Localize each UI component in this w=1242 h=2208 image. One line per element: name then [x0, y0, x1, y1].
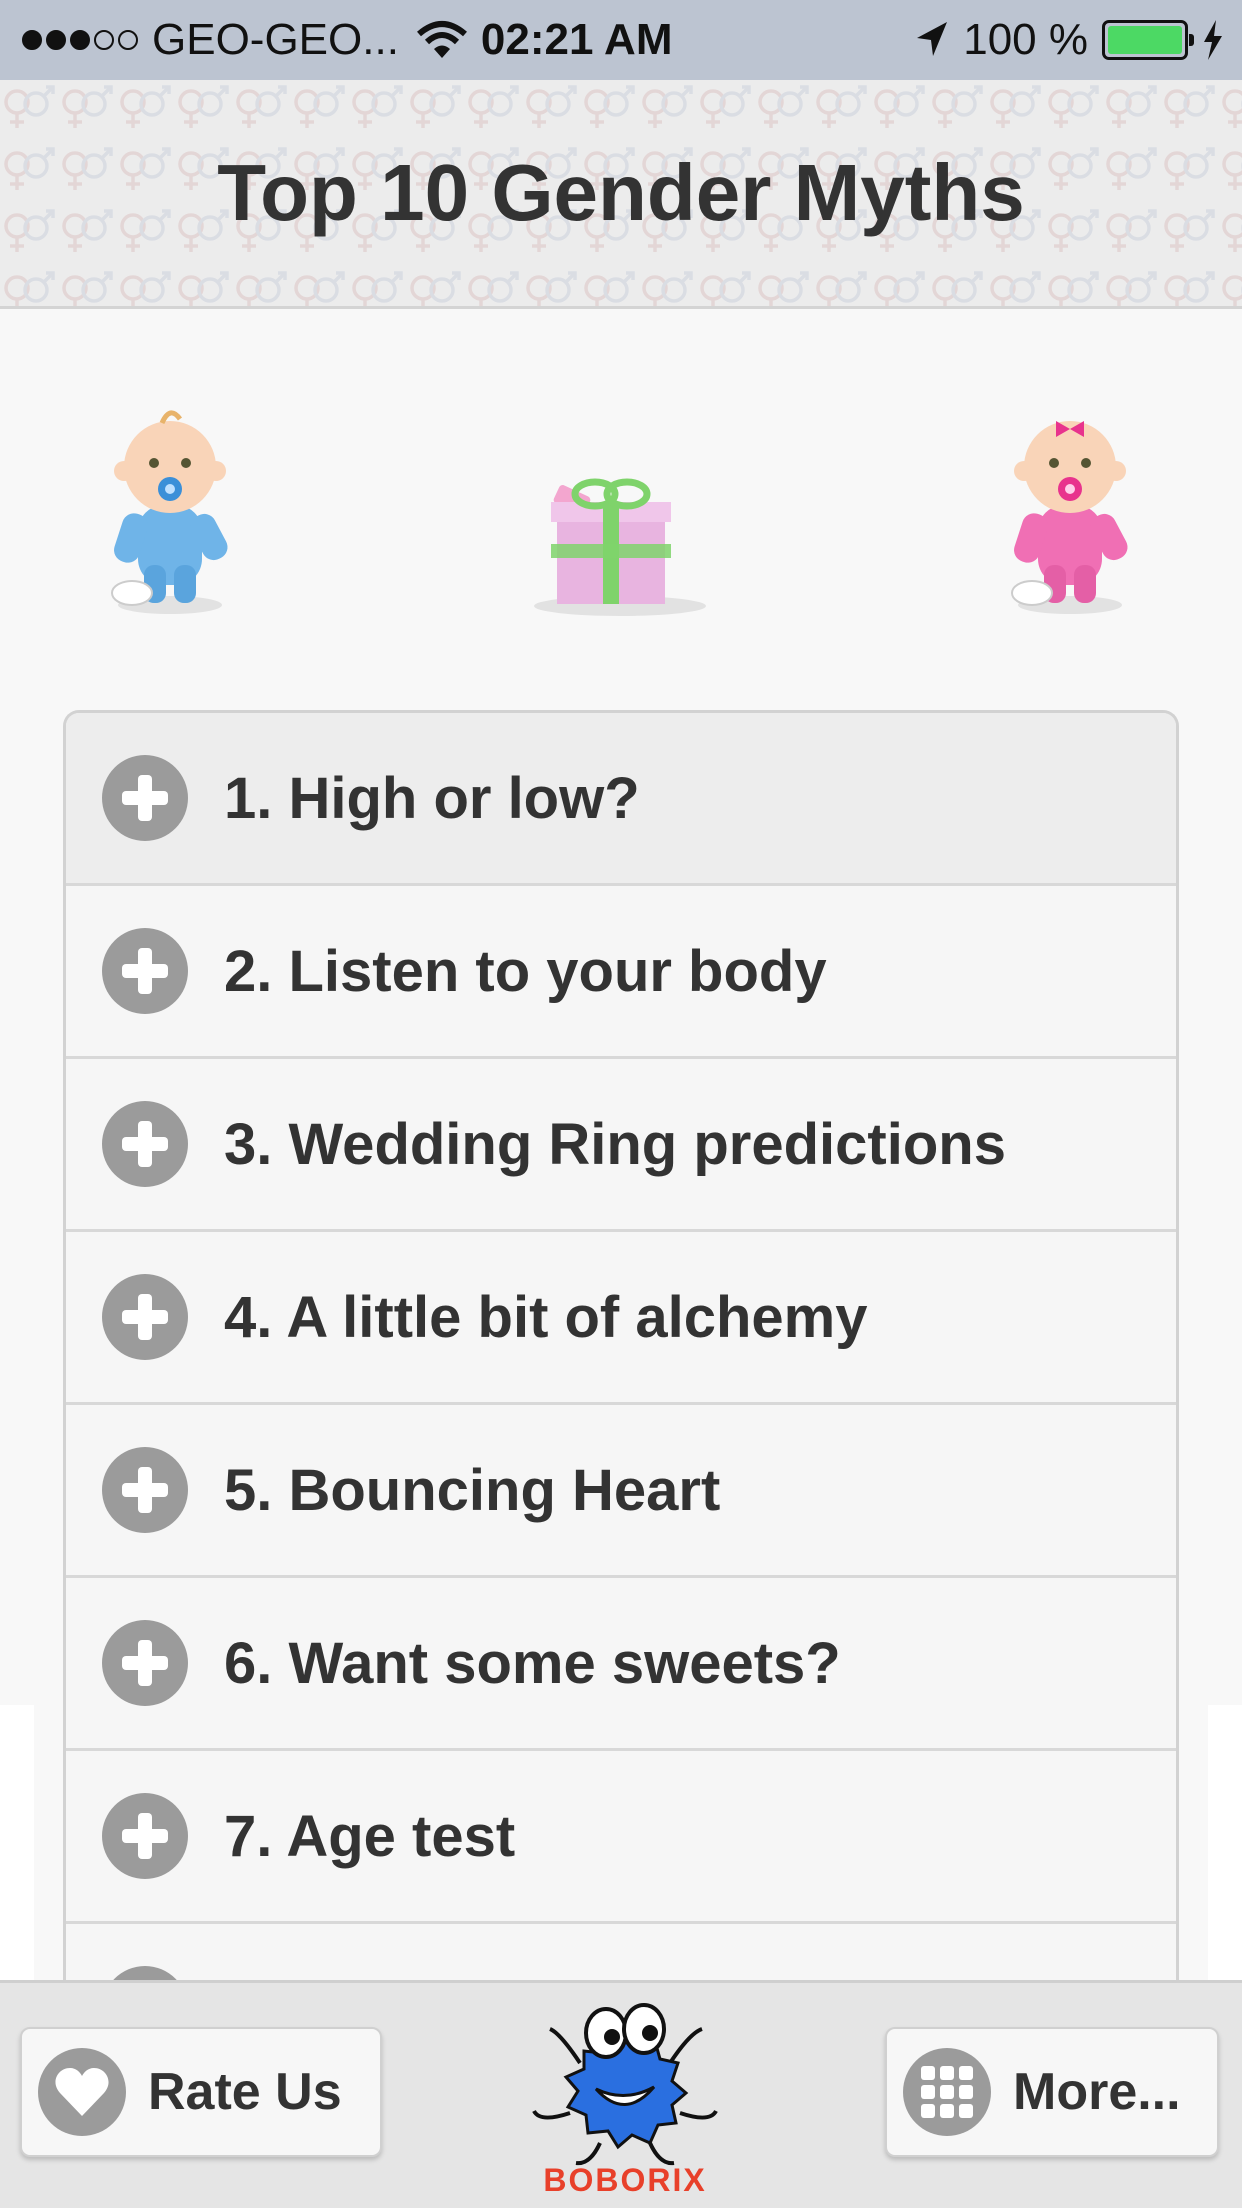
boborix-logo[interactable]: BOBORIX [520, 1993, 730, 2203]
plus-circle-icon [102, 755, 188, 841]
apps-grid-icon [903, 2048, 991, 2136]
accordion-item[interactable]: 4. A little bit of alchemy [66, 1232, 1176, 1405]
heart-icon [38, 2048, 126, 2136]
accordion-item-label: 1. High or low? [224, 765, 640, 831]
accordion-item-label: 6. Want some sweets? [224, 1630, 841, 1696]
accordion-item[interactable]: 2. Listen to your body [66, 886, 1176, 1059]
battery-icon [1102, 20, 1194, 60]
signal-strength-icon [22, 30, 138, 50]
accordion-item[interactable] [66, 1924, 1176, 1980]
carrier-name: GEO-GEO... [152, 15, 399, 64]
accordion-item[interactable]: 3. Wedding Ring predictions [66, 1059, 1176, 1232]
plus-circle-icon [102, 928, 188, 1014]
header-bar: Top 10 Gender Myths [0, 80, 1242, 309]
side-panel-left [0, 1705, 34, 1980]
gift-box-icon [525, 448, 715, 618]
plus-circle-icon [102, 1966, 188, 1980]
plus-circle-icon [102, 1793, 188, 1879]
accordion-item-label: 2. Listen to your body [224, 938, 827, 1004]
page-title: Top 10 Gender Myths [217, 148, 1025, 237]
plus-circle-icon [102, 1101, 188, 1187]
clock: 02:21 AM [480, 15, 673, 64]
battery-percentage: 100 % [963, 15, 1088, 64]
boborix-logo-text: BOBORIX [543, 2162, 707, 2198]
more-button[interactable]: More... [885, 2027, 1219, 2157]
footer-bar: Rate Us BOBORIX More... [0, 1980, 1242, 2208]
plus-circle-icon [102, 1274, 188, 1360]
accordion-item[interactable]: 5. Bouncing Heart [66, 1405, 1176, 1578]
plus-circle-icon [102, 1620, 188, 1706]
wifi-icon [416, 21, 467, 58]
more-label: More... [1013, 2063, 1181, 2121]
rate-us-button[interactable]: Rate Us [20, 2027, 382, 2157]
accordion-item-label: 3. Wedding Ring predictions [224, 1111, 1006, 1177]
baby-boy-icon [100, 405, 240, 615]
location-arrow-icon [917, 22, 948, 56]
accordion-item-label: 4. A little bit of alchemy [224, 1284, 868, 1350]
status-bar: GEO-GEO... 02:21 AM 100 % [0, 0, 1242, 80]
plus-circle-icon [102, 1447, 188, 1533]
baby-girl-icon [1000, 405, 1140, 615]
side-panel-right [1208, 1705, 1242, 1980]
charging-bolt-icon [1204, 20, 1222, 60]
accordion-item-label: 7. Age test [224, 1803, 516, 1869]
accordion-item[interactable]: 6. Want some sweets? [66, 1578, 1176, 1751]
accordion-item[interactable]: 1. High or low? [66, 713, 1176, 886]
accordion-item[interactable]: 7. Age test [66, 1751, 1176, 1924]
accordion-item-label: 5. Bouncing Heart [224, 1457, 721, 1523]
myths-accordion: 1. High or low? 2. Listen to your body 3… [63, 710, 1179, 1980]
rate-us-label: Rate Us [148, 2063, 342, 2121]
